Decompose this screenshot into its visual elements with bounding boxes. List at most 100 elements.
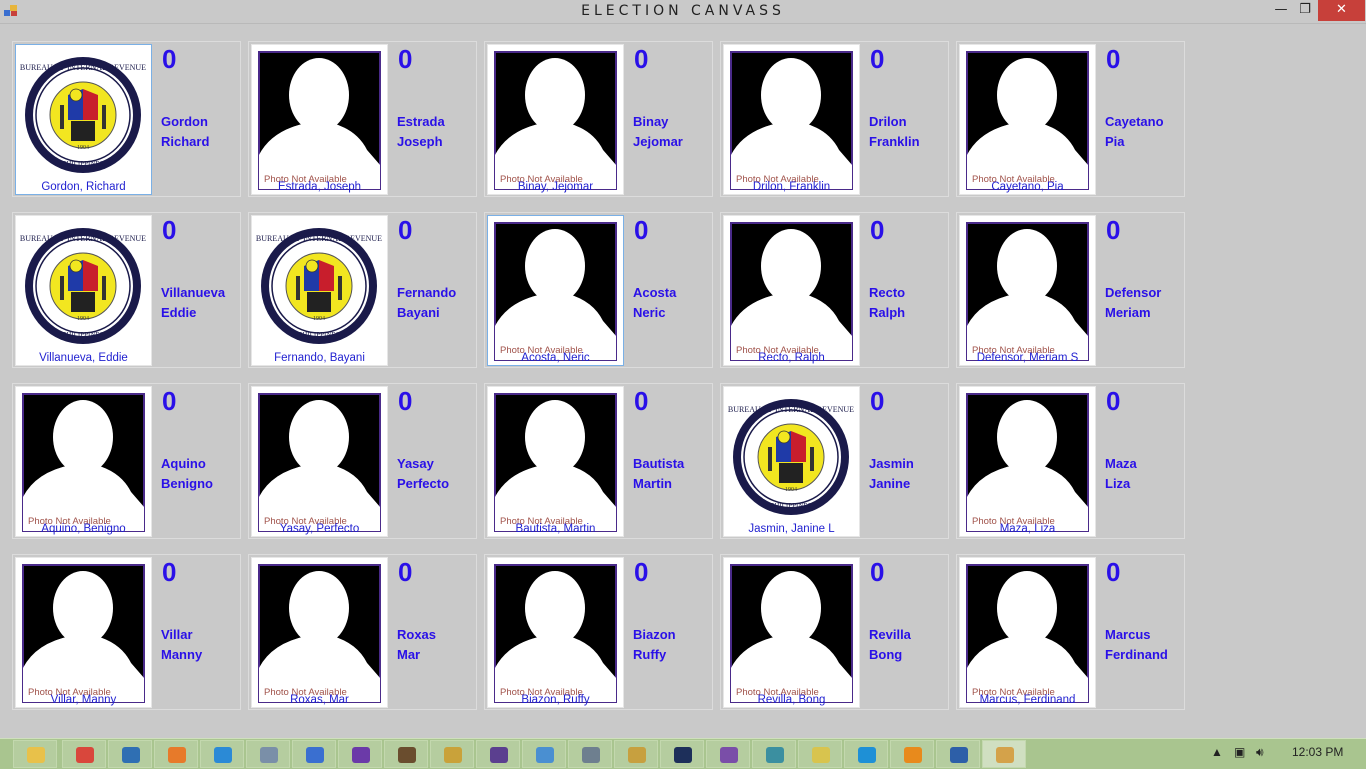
photo-not-available-icon: Photo Not Available <box>494 51 617 190</box>
candidate-card[interactable]: Photo Not Available Revilla, Bong 0 Revill… <box>720 554 949 710</box>
candidate-name: Aquino Benigno <box>161 454 213 494</box>
minimize-button[interactable]: — <box>1268 0 1294 21</box>
candidate-card[interactable]: Photo Not Available Cayetano, Pia 0 Cayeta… <box>956 41 1185 197</box>
internet-explorer-taskbar-button[interactable] <box>200 740 244 768</box>
candidate-photo[interactable]: 1904 BUREAU OF INTERNAL REVENUE PHILIPPI… <box>723 386 860 537</box>
pi-app-taskbar-button[interactable] <box>936 740 980 768</box>
candidate-photo[interactable]: Photo Not Available Recto, Ralph <box>723 215 860 366</box>
photo-caption: Villanueva, Eddie <box>39 352 128 364</box>
photo-caption: Villar, Manny <box>50 694 117 706</box>
eclipse-taskbar-button[interactable] <box>476 740 520 768</box>
candidate-photo[interactable]: Photo Not Available Revilla, Bong <box>723 557 860 708</box>
candidate-photo[interactable]: 1904 BUREAU OF INTERNAL REVENUE PHILIPPI… <box>251 215 388 366</box>
candidate-photo[interactable]: Photo Not Available Biazon, Ruffy <box>487 557 624 708</box>
tools-taskbar-button[interactable] <box>614 740 658 768</box>
firefox-taskbar-button[interactable] <box>154 740 198 768</box>
photo-not-available-icon: Photo Not Available <box>730 564 853 703</box>
network-icon[interactable]: ▣ <box>1234 745 1245 759</box>
candidate-photo[interactable]: Photo Not Available Binay, Jejomar <box>487 44 624 195</box>
photo-not-available-icon: Photo Not Available <box>494 564 617 703</box>
candidate-first-name: Bayani <box>397 305 440 320</box>
clock[interactable]: 12:03 PM <box>1292 745 1343 759</box>
candidate-card[interactable]: 1904 BUREAU OF INTERNAL REVENUE PHILIPPI… <box>12 41 241 197</box>
photo-not-available-icon: Photo Not Available <box>966 51 1089 190</box>
candidate-photo[interactable]: Photo Not Available Defensor, Meriam S <box>959 215 1096 366</box>
close-button[interactable]: ✕ <box>1318 0 1365 21</box>
photo-not-available-icon: Photo Not Available <box>258 51 381 190</box>
candidate-card[interactable]: 1904 BUREAU OF INTERNAL REVENUE PHILIPPI… <box>720 383 949 539</box>
candidate-last-name: Acosta <box>633 285 677 300</box>
skype-taskbar-button[interactable] <box>844 740 888 768</box>
restore-button[interactable]: ❐ <box>1292 0 1318 21</box>
candidate-photo[interactable]: Photo Not Available Marcus, Ferdinand <box>959 557 1096 708</box>
feather-icon <box>766 747 784 763</box>
candidate-photo[interactable]: Photo Not Available Yasay, Perfecto <box>251 386 388 537</box>
candidate-name: Estrada Joseph <box>397 112 445 152</box>
candidate-photo[interactable]: Photo Not Available Cayetano, Pia <box>959 44 1096 195</box>
photo-caption: Marcus, Ferdinand <box>979 694 1076 706</box>
candidate-photo[interactable]: Photo Not Available Villar, Manny <box>15 557 152 708</box>
link-app-taskbar-button[interactable] <box>292 740 336 768</box>
candidate-card[interactable]: Photo Not Available Maza, Liza 0 Maza Liza <box>956 383 1185 539</box>
candidate-photo[interactable]: Photo Not Available Drilon, Franklin <box>723 44 860 195</box>
paint-taskbar-button[interactable] <box>430 740 474 768</box>
candidate-card[interactable]: Photo Not Available Recto, Ralph 0 Recto Ra… <box>720 212 949 368</box>
candidate-last-name: Estrada <box>397 114 445 129</box>
candidate-card[interactable]: Photo Not Available Estrada, Joseph 0 Estr… <box>248 41 477 197</box>
volume-icon[interactable]: 🔊︎ <box>1256 745 1264 760</box>
video-player-taskbar-button[interactable] <box>890 740 934 768</box>
chrome-taskbar-button[interactable] <box>62 740 106 768</box>
candidate-photo[interactable]: Photo Not Available Roxas, Mar <box>251 557 388 708</box>
candidate-card[interactable]: Photo Not Available Defensor, Meriam S 0 D… <box>956 212 1185 368</box>
visual-studio-taskbar-button[interactable] <box>338 740 382 768</box>
photo-caption: Binay, Jejomar <box>517 181 594 193</box>
vote-count: 0 <box>398 386 413 416</box>
candidate-photo[interactable]: Photo Not Available Acosta, Neric <box>487 215 624 366</box>
file-explorer-taskbar-button[interactable] <box>13 740 57 768</box>
feather-taskbar-button[interactable] <box>752 740 796 768</box>
sql-server-taskbar-button[interactable] <box>568 740 612 768</box>
candidate-card[interactable]: Photo Not Available Marcus, Ferdinand 0 Ma… <box>956 554 1185 710</box>
candidate-photo[interactable]: 1904 BUREAU OF INTERNAL REVENUE PHILIPPI… <box>15 215 152 366</box>
candidate-card[interactable]: Photo Not Available Yasay, Perfecto 0 Yasa… <box>248 383 477 539</box>
candidate-card[interactable]: Photo Not Available Binay, Jejomar 0 Binay… <box>484 41 713 197</box>
media-player-taskbar-button[interactable] <box>384 740 428 768</box>
image-viewer-taskbar-button[interactable] <box>522 740 566 768</box>
candidate-first-name: Janine <box>869 476 911 491</box>
candidate-name: Biazon Ruffy <box>633 625 676 665</box>
candidate-first-name: Meriam <box>1105 305 1151 320</box>
candidate-card[interactable]: 1904 BUREAU OF INTERNAL REVENUE PHILIPPI… <box>12 212 241 368</box>
photoshop-taskbar-button[interactable] <box>660 740 704 768</box>
sticky-notes-taskbar-button[interactable] <box>798 740 842 768</box>
candidate-card[interactable]: Photo Not Available Villar, Manny 0 Villar… <box>12 554 241 710</box>
candidate-card[interactable]: Photo Not Available Biazon, Ruffy 0 Biazon… <box>484 554 713 710</box>
election-app-taskbar-button[interactable] <box>982 740 1026 768</box>
paint-icon <box>444 747 462 763</box>
vote-count: 0 <box>870 557 885 587</box>
svg-text:BUREAU OF INTERNAL REVENUE: BUREAU OF INTERNAL REVENUE <box>20 234 146 243</box>
candidate-photo[interactable]: Photo Not Available Bautista, Martin <box>487 386 624 537</box>
candidate-card[interactable]: Photo Not Available Bautista, Martin 0 Bau… <box>484 383 713 539</box>
taskbar: ▲ ▣ 🔊︎ 12:03 PM <box>0 738 1366 769</box>
candidate-photo[interactable]: 1904 BUREAU OF INTERNAL REVENUE PHILIPPI… <box>15 44 152 195</box>
candidate-photo[interactable]: Photo Not Available Aquino, Benigno <box>15 386 152 537</box>
photo-not-available-icon: Photo Not Available <box>22 393 145 532</box>
candidate-card[interactable]: Photo Not Available Acosta, Neric 0 Acosta… <box>484 212 713 368</box>
vote-count: 0 <box>162 557 177 587</box>
candidate-card[interactable]: 1904 BUREAU OF INTERNAL REVENUE PHILIPPI… <box>248 212 477 368</box>
candidate-card[interactable]: Photo Not Available Drilon, Franklin 0 Dri… <box>720 41 949 197</box>
candidate-name: Maza Liza <box>1105 454 1137 494</box>
photo-caption: Defensor, Meriam S <box>976 352 1079 364</box>
app-swirl-taskbar-button[interactable] <box>706 740 750 768</box>
candidate-photo[interactable]: Photo Not Available Maza, Liza <box>959 386 1096 537</box>
candidate-first-name: Bong <box>869 647 903 662</box>
globe-app-taskbar-button[interactable] <box>246 740 290 768</box>
show-hidden-icons-icon[interactable]: ▲ <box>1211 745 1223 759</box>
vote-count: 0 <box>1106 44 1121 74</box>
vote-count: 0 <box>162 44 177 74</box>
remote-desktop-taskbar-button[interactable] <box>108 740 152 768</box>
candidate-card[interactable]: Photo Not Available Aquino, Benigno 0 Aqui… <box>12 383 241 539</box>
candidate-photo[interactable]: Photo Not Available Estrada, Joseph <box>251 44 388 195</box>
candidate-last-name: Maza <box>1105 456 1137 471</box>
candidate-card[interactable]: Photo Not Available Roxas, Mar 0 Roxas Mar <box>248 554 477 710</box>
